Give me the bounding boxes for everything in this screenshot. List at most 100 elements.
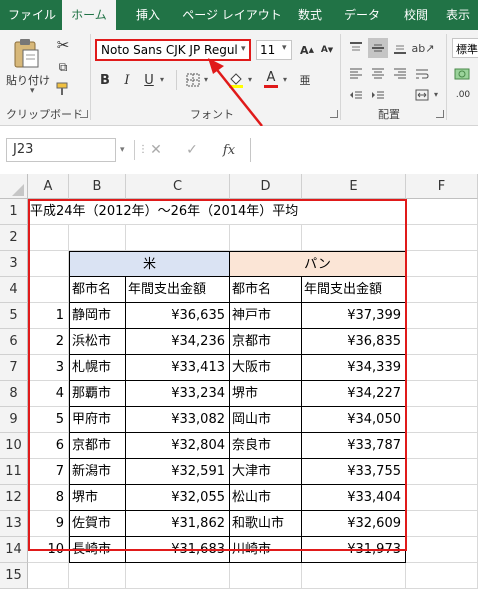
header-spending-bread[interactable]: 年間支出金額 [302,277,406,303]
bread-city-cell[interactable]: 京都市 [230,329,302,355]
formula-input[interactable] [250,138,478,162]
bread-value-cell[interactable]: ¥33,755 [302,459,406,485]
column-header-e[interactable]: E [302,174,406,199]
rice-value-cell[interactable]: ¥31,862 [126,511,230,537]
grid-cell[interactable] [406,407,478,433]
bread-value-cell[interactable]: ¥37,399 [302,303,406,329]
rank-cell[interactable]: 7 [28,459,69,485]
row-header[interactable]: 15 [0,563,28,589]
rice-value-cell[interactable]: ¥33,234 [126,381,230,407]
grid-cell[interactable] [406,303,478,329]
insert-function-icon[interactable]: fx [220,140,238,160]
row-header[interactable]: 12 [0,485,28,511]
grid-cell[interactable] [406,511,478,537]
rank-cell[interactable]: 4 [28,381,69,407]
grid-cell[interactable] [230,563,302,589]
grid-cell[interactable] [69,225,126,251]
column-header-c[interactable]: C [126,174,230,199]
grid-cell[interactable] [28,277,69,303]
row-header[interactable]: 14 [0,537,28,563]
grid-cell[interactable] [406,329,478,355]
rank-cell[interactable]: 1 [28,303,69,329]
rice-city-cell[interactable]: 浜松市 [69,329,126,355]
rice-city-cell[interactable]: 京都市 [69,433,126,459]
rank-cell[interactable]: 9 [28,511,69,537]
bread-value-cell[interactable]: ¥33,787 [302,433,406,459]
column-header-b[interactable]: B [69,174,126,199]
grid-cell[interactable] [406,251,478,277]
grid-cell[interactable] [406,381,478,407]
column-header-f[interactable]: F [406,174,478,199]
bread-value-cell[interactable]: ¥34,339 [302,355,406,381]
column-header-d[interactable]: D [230,174,302,199]
grid-cell[interactable] [28,563,69,589]
bread-city-cell[interactable]: 神戸市 [230,303,302,329]
bread-city-cell[interactable]: 和歌山市 [230,511,302,537]
rank-cell[interactable]: 8 [28,485,69,511]
rice-city-cell[interactable]: 新潟市 [69,459,126,485]
row-header[interactable]: 8 [0,381,28,407]
row-header[interactable]: 3 [0,251,28,277]
bread-value-cell[interactable]: ¥31,973 [302,537,406,563]
bread-city-cell[interactable]: 松山市 [230,485,302,511]
grid-cell[interactable] [406,485,478,511]
grid-cell[interactable] [406,537,478,563]
rice-value-cell[interactable]: ¥33,082 [126,407,230,433]
grid-cell[interactable] [406,355,478,381]
rice-group-header[interactable]: 米 [69,251,230,277]
bread-value-cell[interactable]: ¥34,227 [302,381,406,407]
bread-city-cell[interactable]: 岡山市 [230,407,302,433]
rice-value-cell[interactable]: ¥31,683 [126,537,230,563]
grid-cell[interactable] [28,225,69,251]
bread-value-cell[interactable]: ¥34,050 [302,407,406,433]
rice-value-cell[interactable]: ¥32,804 [126,433,230,459]
grid-cell[interactable] [126,563,230,589]
grid-cell[interactable] [69,563,126,589]
grid-cell[interactable] [406,433,478,459]
bread-city-cell[interactable]: 川崎市 [230,537,302,563]
cancel-icon[interactable]: ✕ [148,140,164,160]
row-header[interactable]: 11 [0,459,28,485]
header-city-rice[interactable]: 都市名 [69,277,126,303]
column-header-a[interactable]: A [28,174,69,199]
grid-cell[interactable] [302,225,406,251]
grid-cell[interactable] [406,225,478,251]
bread-city-cell[interactable]: 大阪市 [230,355,302,381]
bread-value-cell[interactable]: ¥36,835 [302,329,406,355]
rice-value-cell[interactable]: ¥34,236 [126,329,230,355]
row-header[interactable]: 2 [0,225,28,251]
rice-value-cell[interactable]: ¥32,591 [126,459,230,485]
bread-value-cell[interactable]: ¥32,609 [302,511,406,537]
grid-cell[interactable] [302,563,406,589]
rank-cell[interactable]: 3 [28,355,69,381]
grid-cell[interactable] [406,199,478,225]
row-header[interactable]: 4 [0,277,28,303]
enter-check-icon[interactable]: ✓ [184,140,200,160]
rank-cell[interactable]: 6 [28,433,69,459]
grid-cell[interactable] [406,563,478,589]
rice-city-cell[interactable]: 佐賀市 [69,511,126,537]
row-header[interactable]: 5 [0,303,28,329]
rice-value-cell[interactable]: ¥32,055 [126,485,230,511]
grid-cell[interactable] [230,225,302,251]
grid-cell[interactable] [406,459,478,485]
row-header[interactable]: 13 [0,511,28,537]
chevron-down-icon[interactable]: ▾ [120,145,125,155]
header-spending-rice[interactable]: 年間支出金額 [126,277,230,303]
rice-city-cell[interactable]: 甲府市 [69,407,126,433]
row-header[interactable]: 9 [0,407,28,433]
rank-cell[interactable]: 5 [28,407,69,433]
rice-value-cell[interactable]: ¥33,413 [126,355,230,381]
grid-cell[interactable] [126,225,230,251]
bread-value-cell[interactable]: ¥33,404 [302,485,406,511]
select-all-button[interactable] [0,174,28,199]
rice-city-cell[interactable]: 那覇市 [69,381,126,407]
rice-city-cell[interactable]: 静岡市 [69,303,126,329]
row-header[interactable]: 6 [0,329,28,355]
rice-value-cell[interactable]: ¥36,635 [126,303,230,329]
title-cell[interactable]: 平成24年（2012年）～26年（2014年）平均 [28,199,406,225]
bread-city-cell[interactable]: 堺市 [230,381,302,407]
rank-cell[interactable]: 2 [28,329,69,355]
rank-cell[interactable]: 10 [28,537,69,563]
rice-city-cell[interactable]: 長崎市 [69,537,126,563]
